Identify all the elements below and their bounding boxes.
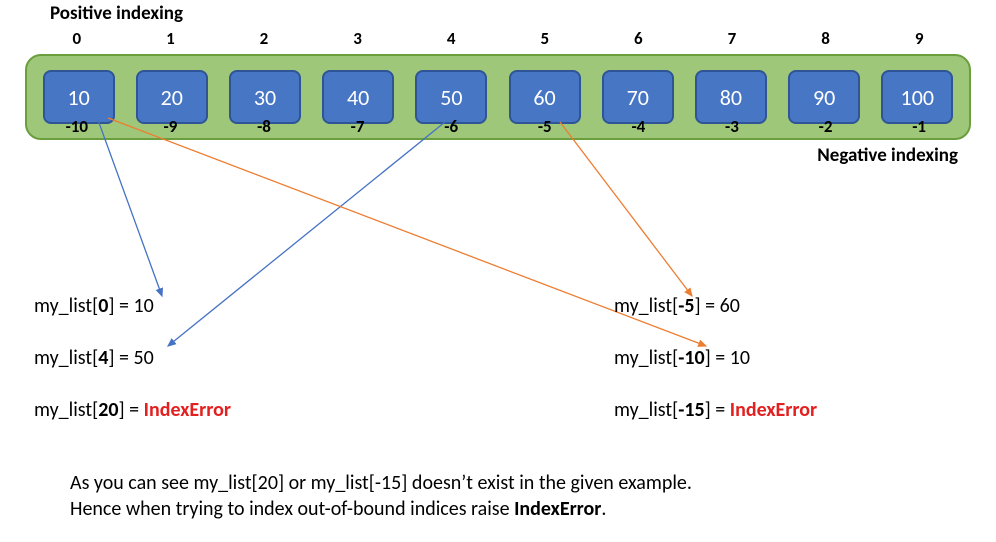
expr-prefix: my_list[ bbox=[614, 294, 678, 318]
negative-index-row: -10 -9 -8 -7 -6 -5 -4 -3 -2 -1 bbox=[25, 116, 971, 137]
neg-idx: -7 bbox=[322, 116, 394, 137]
expr-value: 10 bbox=[134, 294, 154, 318]
footer-text: . bbox=[601, 497, 606, 521]
neg-idx: -4 bbox=[602, 116, 674, 137]
expr-value: 50 bbox=[134, 346, 154, 370]
positive-indexing-title: Positive indexing bbox=[50, 2, 183, 25]
examples-left: my_list[0] = 10 my_list[4] = 50 my_list[… bbox=[34, 294, 474, 450]
example-line: my_list[-5] = 60 bbox=[614, 294, 964, 318]
neg-idx: -1 bbox=[883, 116, 955, 137]
pos-idx: 0 bbox=[41, 28, 113, 49]
expr-prefix: my_list[ bbox=[34, 346, 98, 370]
arrow-neg5 bbox=[560, 122, 692, 296]
expr-prefix: my_list[ bbox=[34, 398, 98, 422]
expr-key: 20 bbox=[98, 398, 118, 422]
expr-mid: ] = bbox=[119, 398, 144, 422]
footer-note: As you can see my_list[20] or my_list[-1… bbox=[70, 470, 940, 522]
neg-idx: -10 bbox=[41, 116, 113, 137]
arrow-pos0 bbox=[98, 120, 162, 296]
pos-idx: 7 bbox=[696, 28, 768, 49]
expr-value: 60 bbox=[720, 294, 740, 318]
expr-key: -10 bbox=[678, 346, 704, 370]
expr-mid: ] = bbox=[705, 398, 730, 422]
expr-key: -15 bbox=[678, 398, 704, 422]
negative-indexing-title: Negative indexing bbox=[817, 144, 958, 167]
footer-line1: As you can see my_list[20] or my_list[-1… bbox=[70, 470, 940, 496]
expr-mid: ] = bbox=[108, 294, 133, 318]
footer-bold: IndexError bbox=[514, 497, 601, 521]
pos-idx: 4 bbox=[415, 28, 487, 49]
neg-idx: -3 bbox=[696, 116, 768, 137]
examples-right: my_list[-5] = 60 my_list[-10] = 10 my_li… bbox=[524, 294, 964, 450]
expr-prefix: my_list[ bbox=[614, 346, 678, 370]
neg-idx: -6 bbox=[415, 116, 487, 137]
pos-idx: 5 bbox=[509, 28, 581, 49]
footer-text: Hence when trying to index out-of-bound … bbox=[70, 497, 514, 521]
pos-idx: 2 bbox=[228, 28, 300, 49]
footer-line2: Hence when trying to index out-of-bound … bbox=[70, 496, 940, 522]
example-line: my_list[0] = 10 bbox=[34, 294, 474, 318]
pos-idx: 9 bbox=[883, 28, 955, 49]
expr-value-error: IndexError bbox=[144, 398, 231, 422]
pos-idx: 6 bbox=[602, 28, 674, 49]
neg-idx: -5 bbox=[509, 116, 581, 137]
example-line: my_list[4] = 50 bbox=[34, 346, 474, 370]
expr-mid: ] = bbox=[108, 346, 133, 370]
neg-idx: -2 bbox=[790, 116, 862, 137]
expr-value-error: IndexError bbox=[730, 398, 817, 422]
expr-prefix: my_list[ bbox=[614, 398, 678, 422]
neg-idx: -9 bbox=[134, 116, 206, 137]
expr-mid: ] = bbox=[695, 294, 720, 318]
example-line: my_list[20] = IndexError bbox=[34, 398, 474, 422]
pos-idx: 8 bbox=[790, 28, 862, 49]
expr-key: -5 bbox=[678, 294, 694, 318]
neg-idx: -8 bbox=[228, 116, 300, 137]
expr-key: 0 bbox=[98, 294, 108, 318]
examples-block: my_list[0] = 10 my_list[4] = 50 my_list[… bbox=[34, 294, 964, 450]
positive-index-row: 0 1 2 3 4 5 6 7 8 9 bbox=[25, 28, 971, 49]
expr-prefix: my_list[ bbox=[34, 294, 98, 318]
expr-key: 4 bbox=[98, 346, 108, 370]
example-line: my_list[-15] = IndexError bbox=[614, 398, 964, 422]
expr-mid: ] = bbox=[705, 346, 730, 370]
pos-idx: 1 bbox=[134, 28, 206, 49]
pos-idx: 3 bbox=[322, 28, 394, 49]
example-line: my_list[-10] = 10 bbox=[614, 346, 964, 370]
expr-value: 10 bbox=[730, 346, 750, 370]
